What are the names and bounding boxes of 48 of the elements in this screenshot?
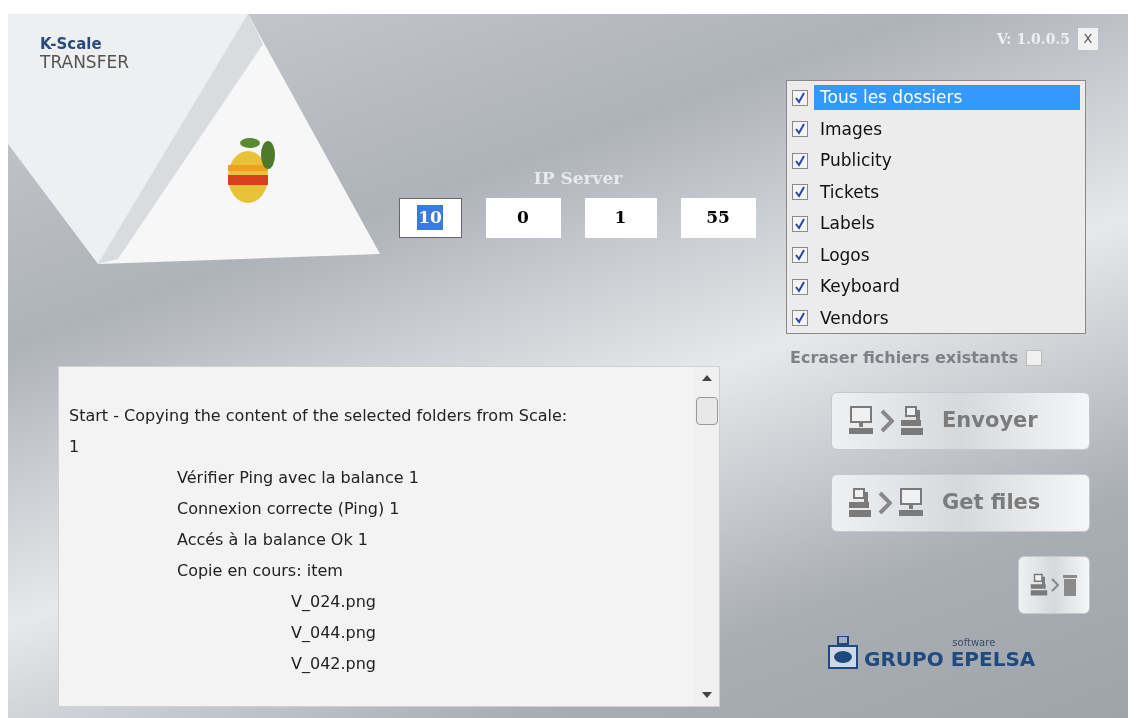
folder-item[interactable]: Tickets <box>814 179 1080 205</box>
ip-octet-field[interactable]: 0 <box>485 197 561 238</box>
scale-logo-icon <box>828 636 858 670</box>
brand-name: GRUPO EPELSA <box>864 648 1036 670</box>
log-line: V_044.png <box>290 621 377 644</box>
folder-checkbox[interactable] <box>792 184 808 201</box>
log-line: Start - Copying the content of the selected folders from Scale: 1 <box>69 404 569 458</box>
app-subtitle: TRANSFER <box>40 53 129 72</box>
log-line: Copie en cours: item <box>176 559 343 582</box>
app-title: K-Scale <box>40 36 102 53</box>
computer-icon <box>898 488 924 518</box>
folder-checkbox[interactable] <box>792 152 808 169</box>
log-line: Vérifier Ping avec la balance 1 <box>176 466 419 489</box>
ip-octet-field[interactable]: 55 <box>680 197 756 238</box>
folder-checkbox[interactable] <box>792 215 808 232</box>
delete-button[interactable] <box>1018 556 1090 614</box>
scale-icon <box>848 488 872 518</box>
folder-item[interactable]: Vendors <box>814 305 1080 331</box>
scroll-down-icon[interactable] <box>702 691 712 698</box>
computer-icon <box>848 406 874 436</box>
folder-item[interactable]: Images <box>814 116 1080 142</box>
folder-item[interactable]: Keyboard <box>814 274 1080 300</box>
ip-octet-field[interactable]: 10 <box>398 197 462 238</box>
scale-icon <box>900 406 924 436</box>
log-line: Connexion correcte (Ping) 1 <box>176 497 400 520</box>
close-button[interactable]: X <box>1078 28 1098 50</box>
folder-checkbox[interactable] <box>792 121 808 138</box>
scrollbar-thumb[interactable] <box>696 397 718 425</box>
folder-checkbox[interactable] <box>792 310 808 327</box>
folder-item[interactable]: Logos <box>814 242 1080 268</box>
brand-tagline: software <box>952 637 996 648</box>
chevron-icon <box>1051 578 1059 592</box>
folder-item[interactable]: Publicity <box>814 148 1080 174</box>
trash-icon <box>1062 573 1078 597</box>
overwrite-checkbox[interactable] <box>1026 350 1043 366</box>
log-line: Accés à la balance Ok 1 <box>176 528 368 551</box>
chevron-icon <box>880 409 894 433</box>
folder-checkbox[interactable] <box>792 247 808 264</box>
overwrite-label: Ecraser fichiers existants <box>790 347 1019 369</box>
log-line: V_024.png <box>290 590 377 613</box>
log-line: V_042.png <box>290 652 377 675</box>
chevron-icon <box>878 491 892 515</box>
ip-octet-field[interactable]: 1 <box>584 197 657 238</box>
scale-icon <box>1030 573 1048 597</box>
folder-checkbox[interactable] <box>792 89 808 106</box>
folder-checkbox[interactable] <box>792 278 808 295</box>
folder-item[interactable]: Labels <box>814 211 1080 237</box>
scroll-up-icon[interactable] <box>702 374 712 381</box>
